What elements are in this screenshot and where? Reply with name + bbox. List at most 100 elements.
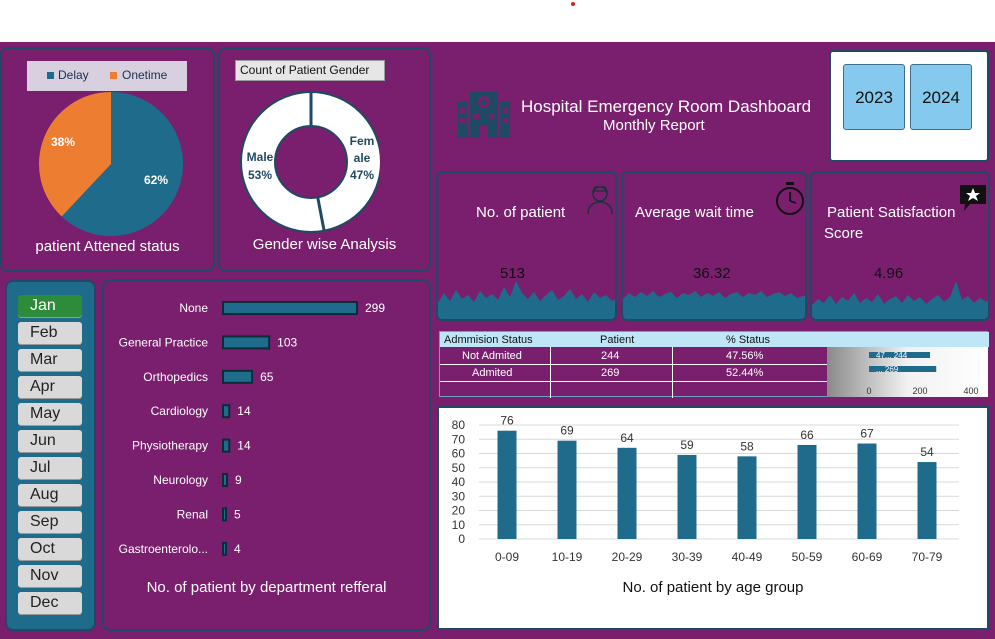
month-button-jul[interactable]: Jul xyxy=(18,457,82,479)
age-y-tick-label: 80 xyxy=(452,418,466,432)
kpi-patients-sparkline xyxy=(438,281,615,319)
age-bar xyxy=(797,444,817,539)
department-category-label: Orthopedics xyxy=(143,370,208,384)
department-bar xyxy=(222,507,227,522)
department-value-label: 299 xyxy=(365,301,385,315)
page-title: Hospital Emergency Room Dashboard xyxy=(521,97,812,116)
year-button-2023[interactable]: 2023 xyxy=(843,64,905,130)
admission-mini-bar-label: 47... 244 xyxy=(876,351,908,360)
onetime-legend-label: Onetime xyxy=(122,68,168,82)
donut-hole xyxy=(274,125,348,199)
admission-status-table: Admmision Status Patient % Status Not Ad… xyxy=(439,331,989,398)
attend-pie-chart: 62% 38% xyxy=(39,92,183,237)
age-bar xyxy=(617,447,637,539)
kpi-satisfaction-sparkline xyxy=(812,281,988,319)
age-category-label: 40-49 xyxy=(732,550,763,564)
department-bar xyxy=(222,301,358,315)
month-button-jan[interactable]: Jan xyxy=(18,295,82,317)
department-category-label: Neurology xyxy=(153,473,208,487)
department-category-label: Gastroenterolo... xyxy=(119,542,208,556)
row-status-admitted: Admited xyxy=(472,367,513,379)
department-value-label: 5 xyxy=(234,507,241,521)
kpi-satisfaction-title: Patient Satisfaction xyxy=(827,204,956,221)
department-value-label: 14 xyxy=(237,439,251,453)
admission-mini-tick: 0 xyxy=(866,386,871,396)
delay-legend-label: Delay xyxy=(58,68,89,82)
age-y-tick-label: 0 xyxy=(458,532,465,546)
age-group-chart-title: No. of patient by age group xyxy=(622,579,804,596)
admission-mini-tick: 400 xyxy=(963,386,978,396)
month-button-nov[interactable]: Nov xyxy=(18,565,82,587)
age-category-label: 20-29 xyxy=(612,550,643,564)
kpi-card-satisfaction: Patient Satisfaction Score 4.96 xyxy=(810,171,990,321)
header-admission-status: Admmision Status xyxy=(444,334,533,346)
header-percent-status: % Status xyxy=(726,334,771,346)
age-bar-value-label: 69 xyxy=(560,424,574,438)
age-category-label: 30-39 xyxy=(672,550,703,564)
month-button-may[interactable]: May xyxy=(18,403,82,425)
page-subtitle: Monthly Report xyxy=(603,117,705,134)
age-y-tick-label: 10 xyxy=(452,518,466,532)
col-divider-1 xyxy=(550,347,551,398)
month-button-mar[interactable]: Mar xyxy=(18,349,82,371)
stopwatch-icon xyxy=(776,182,804,215)
age-category-label: 10-19 xyxy=(552,550,583,564)
month-button-oct[interactable]: Oct xyxy=(18,538,82,560)
department-value-label: 103 xyxy=(277,335,297,349)
department-bar xyxy=(222,438,231,453)
age-bar-value-label: 58 xyxy=(740,439,754,453)
department-category-label: None xyxy=(179,301,208,315)
admission-mini-tick: 200 xyxy=(912,386,927,396)
department-chart-title: No. of patient by department refferal xyxy=(146,579,387,596)
col-divider-2 xyxy=(672,347,673,398)
female-label-part1: Fem xyxy=(350,134,375,148)
onetime-legend-swatch xyxy=(110,72,117,79)
age-category-label: 60-69 xyxy=(852,550,883,564)
kpi-satisfaction-title-line2: Score xyxy=(824,225,864,242)
age-group-bar-chart: 80706050403020100 76 0-09 69 10-19 64 20-29 59… xyxy=(452,414,959,564)
age-y-tick-label: 20 xyxy=(452,504,466,518)
department-referral-panel: None 299 General Practice 103 Orthopedics 65 C… xyxy=(102,279,431,631)
month-button-dec[interactable]: Dec xyxy=(18,592,82,614)
department-value-label: 65 xyxy=(260,370,274,384)
gender-title: Gender wise Analysis xyxy=(252,236,397,253)
kpi-wait-title: Average wait time xyxy=(635,204,754,221)
admission-mini-chart: 47... 244 ... 269 0 200 400 xyxy=(827,347,988,397)
age-bar-value-label: 67 xyxy=(860,427,874,441)
delay-percent-label: 62% xyxy=(144,173,168,187)
year-button-2024[interactable]: 2024 xyxy=(910,64,972,130)
age-bar-value-label: 54 xyxy=(920,445,934,459)
department-category-label: General Practice xyxy=(119,335,209,349)
month-button-apr[interactable]: Apr xyxy=(18,376,82,398)
hospital-building-icon xyxy=(458,92,510,138)
department-bar xyxy=(222,404,231,419)
age-y-tick-label: 40 xyxy=(452,475,466,489)
attend-status-title: patient Attened status xyxy=(35,238,180,255)
patient-user-icon xyxy=(587,186,613,215)
age-group-panel: 80 70 60 50 40 30 20 10 0 76 0-09 69 10-19 64 20-29 59… xyxy=(437,406,989,630)
kpi-patients-title: No. of patient xyxy=(476,204,566,221)
admission-mini-bar-label: ... 269 xyxy=(876,365,899,374)
month-button-aug[interactable]: Aug xyxy=(18,484,82,506)
age-bar-value-label: 59 xyxy=(680,438,694,452)
row-divider-2 xyxy=(440,381,827,382)
department-value-label: 14 xyxy=(237,404,251,418)
department-value-label: 4 xyxy=(234,542,241,556)
month-button-sep[interactable]: Sep xyxy=(18,511,82,533)
female-percent: 47% xyxy=(350,168,374,182)
month-button-jun[interactable]: Jun xyxy=(18,430,82,452)
row-status-not-admitted: Not Admited xyxy=(462,350,522,362)
department-value-label: 9 xyxy=(235,473,242,487)
age-y-tick-label: 60 xyxy=(452,447,466,461)
department-bar xyxy=(222,473,229,487)
attend-status-panel: Delay Onetime 62% 38% patient Attened st… xyxy=(0,47,215,272)
age-bar xyxy=(497,430,517,539)
age-bar xyxy=(737,456,757,539)
female-label-part2: ale xyxy=(354,151,371,165)
department-category-label: Physiotherapy xyxy=(132,439,208,453)
month-button-feb[interactable]: Feb xyxy=(18,322,82,344)
row-percent-admitted: 52.44% xyxy=(726,367,764,379)
gender-donut-chart: Male 53% Fem ale 47% xyxy=(240,91,380,233)
male-percent: 53% xyxy=(248,168,272,182)
kpi-wait-sparkline xyxy=(623,291,805,319)
